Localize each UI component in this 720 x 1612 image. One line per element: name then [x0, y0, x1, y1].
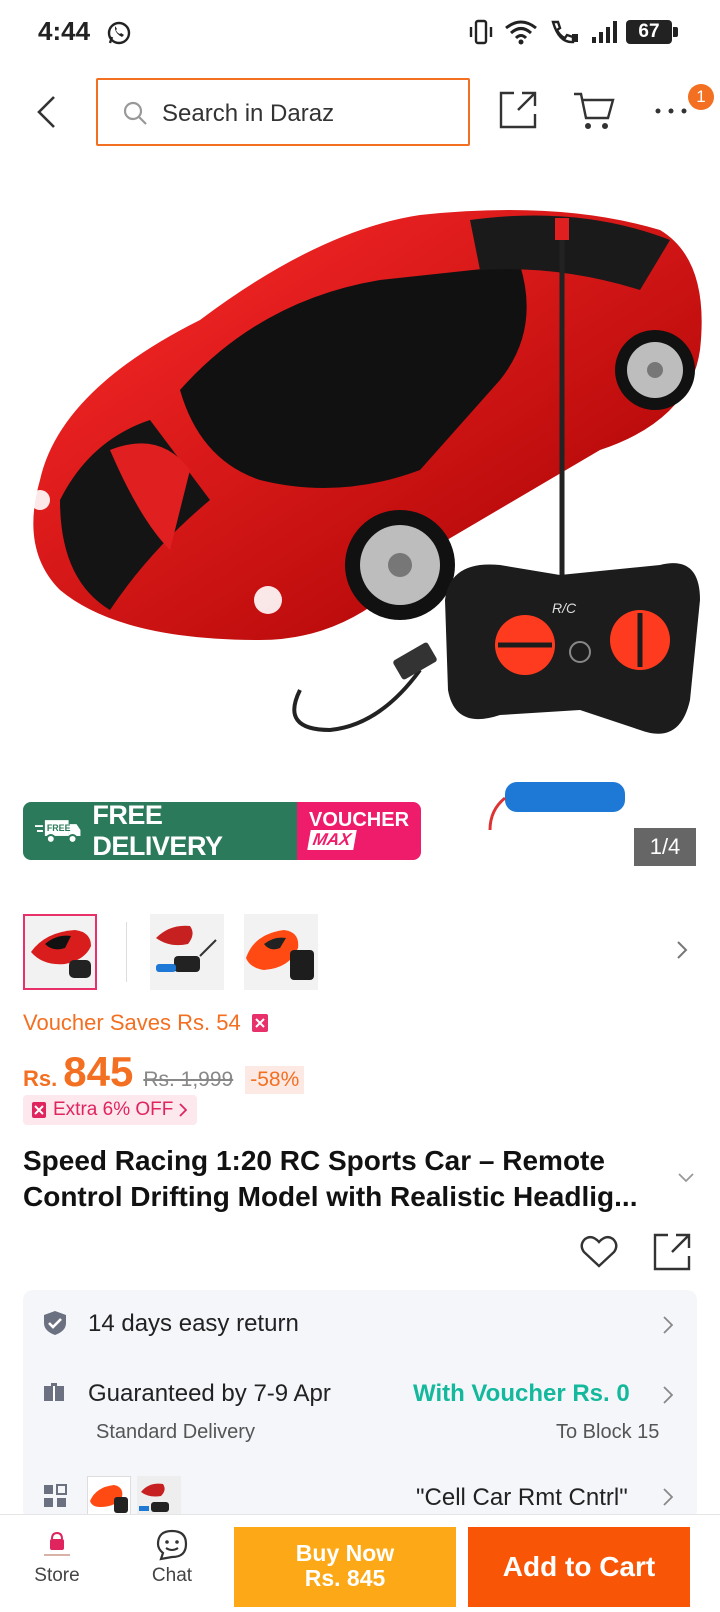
variant-grid-icon [44, 1484, 67, 1507]
bottom-action-bar: Store Chat Buy Now Rs. 845 Add to Cart [0, 1514, 720, 1612]
original-price: Rs. 1,999 [143, 1068, 234, 1091]
chevron-right-icon[interactable] [663, 1316, 673, 1334]
battery-indicator: 67 [626, 20, 678, 44]
buy-now-label: Buy Now [295, 1540, 395, 1566]
variant-selected-text[interactable]: "Cell Car Rmt Cntrl" [416, 1484, 628, 1512]
thumbnail-1[interactable] [23, 914, 97, 990]
vibrate-icon [469, 19, 493, 45]
shield-check-icon [44, 1311, 66, 1335]
store-logo-icon [44, 1531, 70, 1556]
thumbnail-car-image [31, 930, 91, 978]
voucher-max-tag: VOUCHER MAX [297, 802, 421, 860]
product-title-line1: Speed Racing 1:20 RC Sports Car – Remote [23, 1145, 605, 1176]
expand-chevron-icon[interactable] [678, 1173, 694, 1183]
variant-kit-image [139, 1483, 169, 1512]
return-policy-text[interactable]: 14 days easy return [88, 1310, 299, 1338]
price-row: Rs. 845 Rs. 1,999 -58% [23, 1048, 305, 1096]
search-input[interactable]: Search in Daraz [96, 78, 470, 146]
thumbnail-kit-image [156, 925, 217, 972]
chevron-right-icon[interactable] [663, 1386, 673, 1404]
status-bar: 4:44 67 [0, 0, 720, 66]
voucher-text: VOUCHER [309, 809, 410, 831]
share-icon[interactable] [498, 90, 538, 130]
buy-now-button[interactable]: Buy Now Rs. 845 [234, 1527, 456, 1607]
product-image [30, 210, 702, 831]
delivery-location-text[interactable]: To Block 15 [556, 1421, 659, 1444]
top-nav: Search in Daraz 1 [0, 70, 720, 154]
service-card: 14 days easy return Guaranteed by 7-9 Ap… [23, 1290, 697, 1520]
thumbnail-3[interactable] [244, 914, 318, 990]
back-arrow-icon[interactable] [34, 94, 58, 130]
add-to-cart-button[interactable]: Add to Cart [468, 1527, 690, 1607]
chat-icon [156, 1529, 188, 1561]
currency-label: Rs. [23, 1066, 58, 1091]
share-product-icon[interactable] [652, 1232, 692, 1272]
voucher-saves-label: Voucher Saves Rs. 54 [23, 1010, 241, 1035]
chat-label: Chat [151, 1565, 193, 1586]
chat-button[interactable]: Chat [127, 1529, 217, 1587]
voucher-icon [251, 1014, 268, 1032]
signal-icon [592, 21, 617, 43]
delivery-guarantee-text[interactable]: Guaranteed by 7-9 Apr [88, 1380, 331, 1408]
max-text: MAX [307, 830, 357, 850]
remote-label: R/C [552, 600, 577, 616]
chevron-right-icon[interactable] [663, 1488, 673, 1506]
product-title: Speed Racing 1:20 RC Sports Car – Remote… [23, 1143, 683, 1215]
thumbnail-divider [126, 922, 127, 982]
delivery-box-icon [44, 1383, 64, 1401]
buy-now-price: Rs. 845 [304, 1565, 386, 1591]
variant-thumb-2[interactable] [137, 1476, 181, 1516]
delivery-type-text: Standard Delivery [96, 1421, 255, 1443]
current-price: 845 [63, 1048, 134, 1095]
variant-car-image [90, 1485, 128, 1513]
thumbnail-2[interactable] [150, 914, 224, 990]
notification-badge: 1 [688, 84, 714, 110]
extra-off-tag[interactable]: Extra 6% OFF [23, 1095, 198, 1125]
free-tag-text: FREE [47, 823, 71, 833]
wishlist-heart-icon[interactable] [580, 1235, 618, 1269]
product-title-line2: Control Drifting Model with Realistic He… [23, 1181, 638, 1212]
status-time: 4:44 [38, 16, 91, 46]
wifi-icon [505, 20, 537, 45]
variant-thumb-1[interactable] [87, 1476, 131, 1516]
promo-banner: FREE FREE DELIVERY VOUCHER MAX [23, 802, 421, 860]
delivery-truck-icon: FREE [35, 820, 81, 844]
chevron-right-small-icon [179, 1103, 188, 1117]
product-image-gallery[interactable]: R/C [0, 170, 720, 870]
chevron-right-icon[interactable] [676, 940, 688, 960]
search-icon [123, 101, 147, 125]
free-delivery-text: FREE DELIVERY [92, 802, 223, 860]
extra-off-text: Extra 6% OFF [53, 1099, 174, 1120]
free-delivery-tag: FREE FREE DELIVERY [23, 802, 297, 860]
voucher-saves-text: Voucher Saves Rs. 54 [23, 1010, 269, 1036]
search-placeholder: Search in Daraz [162, 100, 335, 127]
cart-icon[interactable] [572, 90, 616, 132]
delivery-voucher-text[interactable]: With Voucher Rs. 0 [413, 1380, 630, 1408]
wifi-call-icon [551, 20, 578, 44]
image-counter: 1/4 [634, 828, 696, 866]
store-button[interactable]: Store [12, 1529, 102, 1587]
thumbnail-orange-car-image [246, 930, 314, 980]
more-menu-icon[interactable] [654, 106, 688, 116]
whatsapp-icon [107, 21, 131, 45]
store-label: Store [34, 1565, 80, 1586]
discount-badge: -58% [245, 1066, 305, 1094]
voucher-icon-small [32, 1102, 46, 1118]
